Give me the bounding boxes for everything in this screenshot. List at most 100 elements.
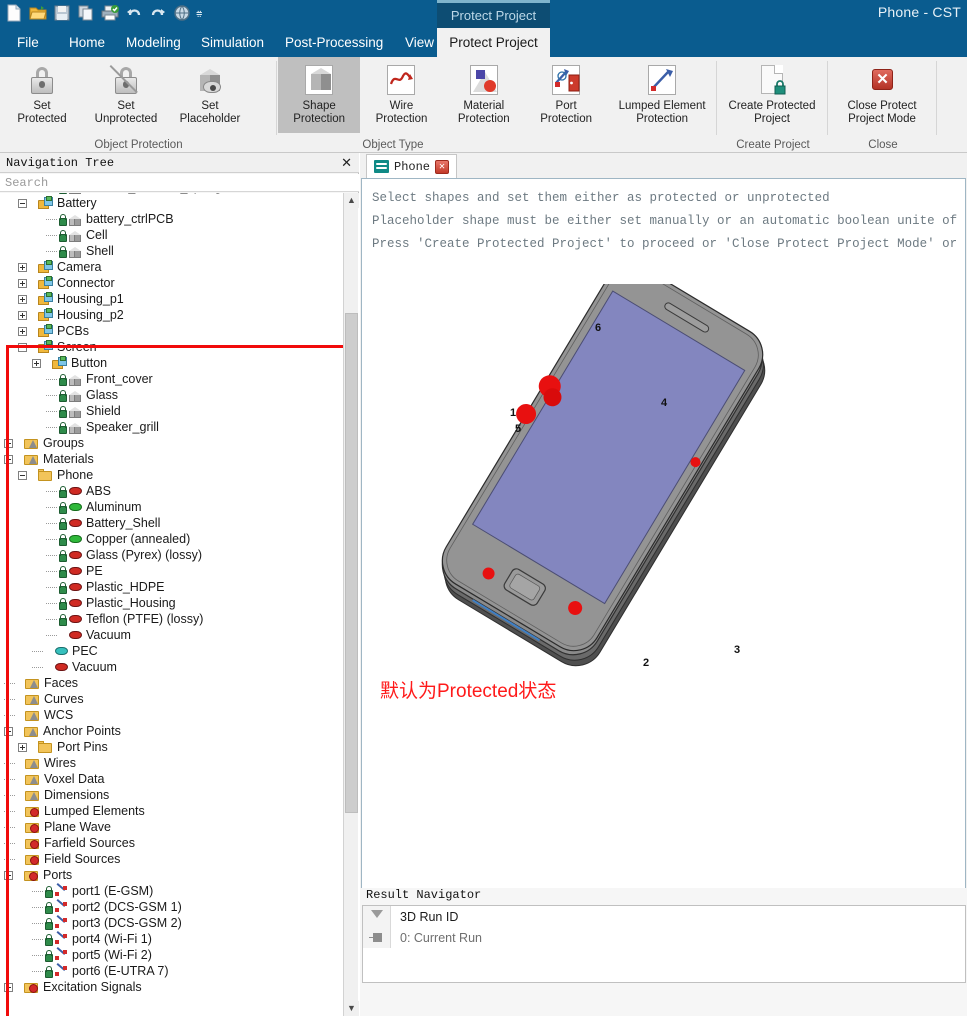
tree-item[interactable]: Faces [0, 675, 340, 691]
expand-icon[interactable] [18, 262, 27, 272]
new-icon[interactable] [4, 3, 24, 23]
collapse-icon[interactable] [4, 870, 13, 880]
tree-item[interactable]: Voxel Data [0, 771, 340, 787]
funnel-icon[interactable] [363, 906, 391, 927]
tree-item[interactable]: Battery [0, 195, 340, 211]
tree-item[interactable]: Aluminum [0, 499, 340, 515]
result-navigator-body[interactable]: 3D Run ID 0: Current Run [362, 905, 966, 983]
navigation-tree-scrollbar[interactable]: ▲ ▼ [343, 193, 359, 1016]
set-protected-button[interactable]: Set Protected [0, 57, 84, 126]
tree-item[interactable]: Cell [0, 227, 340, 243]
tree-item[interactable]: Plastic_HDPE [0, 579, 340, 595]
expand-icon[interactable] [4, 982, 13, 992]
expand-icon[interactable] [18, 310, 27, 320]
scrollbar-thumb[interactable] [345, 313, 358, 813]
tree-item[interactable]: Connector [0, 275, 340, 291]
result-navigator-row[interactable]: 0: Current Run [363, 927, 965, 948]
tree-item[interactable]: Copper (annealed) [0, 531, 340, 547]
collapse-icon[interactable] [18, 470, 27, 480]
tree-item[interactable]: Lumped Elements [0, 803, 340, 819]
expand-icon[interactable] [18, 742, 27, 752]
tree-item[interactable]: Dimensions [0, 787, 340, 803]
tree-item[interactable]: Screen [0, 339, 340, 355]
collapse-icon[interactable] [4, 454, 13, 464]
tree-item[interactable]: Battery_Shell [0, 515, 340, 531]
wire-protection-button[interactable]: Wire Protection [360, 57, 442, 126]
material-protection-button[interactable]: Material Protection [443, 57, 525, 126]
collapse-icon[interactable] [18, 342, 27, 352]
tree-item[interactable]: Front_cover [0, 371, 340, 387]
menu-modeling[interactable]: Modeling [117, 28, 190, 57]
tree-item[interactable]: Wires [0, 755, 340, 771]
tree-item[interactable]: Port Pins [0, 739, 340, 755]
expand-icon[interactable] [18, 278, 27, 288]
tree-item[interactable]: Curves [0, 691, 340, 707]
tree-item[interactable]: Plane Wave [0, 819, 340, 835]
3d-viewport[interactable]: Select shapes and set them either as pro… [361, 178, 966, 988]
tree-item[interactable]: port6 (E-UTRA 7) [0, 963, 340, 979]
tree-item[interactable]: Field Sources [0, 851, 340, 867]
expand-icon[interactable] [32, 358, 41, 368]
menu-home[interactable]: Home [60, 28, 114, 57]
tree-item[interactable]: port5 (Wi-Fi 2) [0, 947, 340, 963]
tree-item[interactable]: WCS [0, 707, 340, 723]
tree-item[interactable]: battery_ctrlPCB [0, 211, 340, 227]
collapse-icon[interactable] [4, 726, 13, 736]
tree-item[interactable]: port2 (DCS-GSM 1) [0, 899, 340, 915]
tree-item[interactable]: Groups [0, 435, 340, 451]
chevron-down-icon[interactable]: ⩷ [196, 7, 202, 20]
search-input[interactable]: Search [0, 174, 359, 192]
menu-simulation[interactable]: Simulation [192, 28, 273, 57]
save-icon[interactable] [52, 3, 72, 23]
tree-item[interactable]: port3 (DCS-GSM 2) [0, 915, 340, 931]
close-protect-project-mode-button[interactable]: ✕ Close Protect Project Mode [829, 57, 935, 126]
tree-item[interactable]: Teflon (PTFE) (lossy) [0, 611, 340, 627]
tree-item[interactable]: Shell [0, 243, 340, 259]
menu-view[interactable]: View [396, 28, 443, 57]
undo-icon[interactable] [124, 3, 144, 23]
set-unprotected-button[interactable]: Set Unprotected [84, 57, 168, 126]
open-icon[interactable] [28, 3, 48, 23]
menu-file[interactable]: File [8, 28, 48, 57]
set-placeholder-button[interactable]: Set Placeholder [168, 57, 252, 126]
globe-icon[interactable] [172, 3, 192, 23]
tree-item[interactable]: Speaker_grill [0, 419, 340, 435]
menu-post-processing[interactable]: Post-Processing [276, 28, 392, 57]
expand-icon[interactable] [18, 294, 27, 304]
copy-icon[interactable] [76, 3, 96, 23]
navigation-tree-list[interactable]: Cellular_antenna_springs Battery battery_c… [0, 193, 359, 1016]
document-tab-phone[interactable]: Phone ✕ [366, 154, 458, 178]
menu-protect-project[interactable]: Protect Project [437, 28, 550, 57]
tree-item[interactable]: port1 (E-GSM) [0, 883, 340, 899]
tree-item[interactable]: PEC [0, 643, 340, 659]
tree-item[interactable]: Housing_p1 [0, 291, 340, 307]
tree-item[interactable]: Materials [0, 451, 340, 467]
phone-3d-model[interactable] [432, 284, 832, 704]
tree-item[interactable]: PE [0, 563, 340, 579]
close-icon[interactable]: ✕ [341, 155, 352, 171]
tree-item[interactable]: Vacuum [0, 627, 340, 643]
collapse-icon[interactable] [18, 198, 27, 208]
tree-item[interactable]: Glass (Pyrex) (lossy) [0, 547, 340, 563]
tree-item[interactable]: PCBs [0, 323, 340, 339]
expand-icon[interactable] [4, 438, 13, 448]
tree-item[interactable]: port4 (Wi-Fi 1) [0, 931, 340, 947]
tree-item[interactable]: Ports [0, 867, 340, 883]
print-icon[interactable] [100, 3, 120, 23]
create-protected-project-button[interactable]: Create Protected Project [718, 57, 826, 126]
scroll-up-icon[interactable]: ▲ [344, 193, 359, 208]
scroll-down-icon[interactable]: ▼ [344, 1001, 359, 1016]
tree-item[interactable]: Camera [0, 259, 340, 275]
port-protection-button[interactable]: Port Protection [525, 57, 607, 126]
tree-item[interactable]: ABS [0, 483, 340, 499]
tree-item[interactable]: Housing_p2 [0, 307, 340, 323]
redo-icon[interactable] [148, 3, 168, 23]
tree-item[interactable]: Plastic_Housing [0, 595, 340, 611]
expand-icon[interactable] [18, 326, 27, 336]
shape-protection-button[interactable]: Shape Protection [278, 57, 361, 133]
tree-item[interactable]: Farfield Sources [0, 835, 340, 851]
lumped-element-protection-button[interactable]: Lumped Element Protection [607, 57, 717, 126]
tree-item[interactable]: Phone [0, 467, 340, 483]
close-icon[interactable]: ✕ [435, 159, 450, 174]
tree-item[interactable]: Shield [0, 403, 340, 419]
